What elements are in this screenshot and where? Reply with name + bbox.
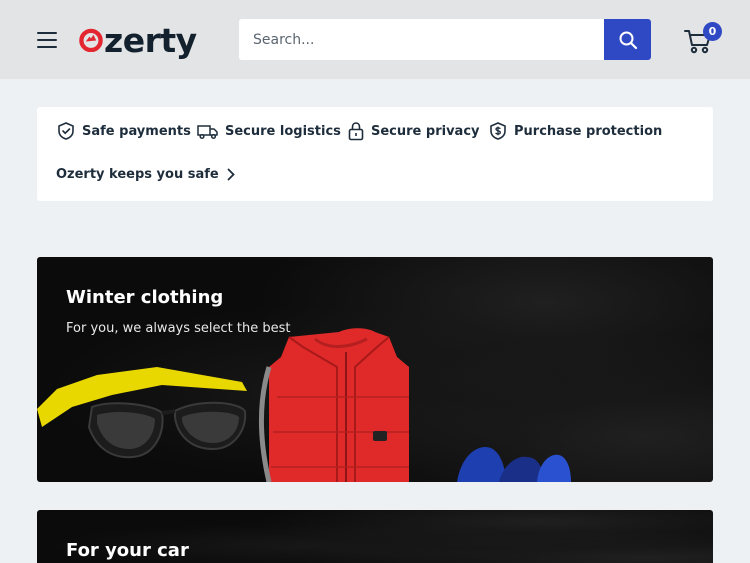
banner-title: Winter clothing <box>66 287 224 308</box>
cart-count-badge: 0 <box>703 22 722 41</box>
menu-icon[interactable] <box>37 32 57 48</box>
for-your-car-banner[interactable]: For your car <box>37 510 713 563</box>
shield-dollar-icon <box>490 122 506 140</box>
search-button[interactable] <box>604 19 651 60</box>
truck-icon <box>197 125 218 140</box>
trust-item-label: Purchase protection <box>514 123 663 139</box>
shield-check-icon <box>58 122 74 140</box>
trust-item-secure-privacy[interactable]: Secure privacy <box>347 121 480 141</box>
search-icon <box>619 31 637 49</box>
trust-item-label: Safe payments <box>82 123 191 139</box>
search-bar <box>239 19 651 60</box>
logo-o-icon <box>79 28 103 52</box>
trust-card: Safe payments Secure logistics Secure pr… <box>37 107 713 201</box>
lock-icon <box>348 122 364 141</box>
banner-title: For your car <box>66 540 189 561</box>
red-vest-image <box>258 328 409 482</box>
trust-item-secure-logistics[interactable]: Secure logistics <box>197 121 341 141</box>
keeps-you-safe-label: Ozerty keeps you safe <box>56 167 219 182</box>
chevron-right-icon <box>227 168 235 181</box>
search-input[interactable] <box>239 19 604 60</box>
keeps-you-safe-link[interactable]: Ozerty keeps you safe <box>56 167 235 182</box>
sunglasses-image <box>37 367 247 459</box>
trust-item-label: Secure privacy <box>371 123 480 139</box>
trust-item-purchase-protection[interactable]: Purchase protection <box>488 121 662 141</box>
trust-item-label: Secure logistics <box>225 123 341 139</box>
site-header: zerty 0 <box>0 0 750 79</box>
logo-text: zerty <box>104 20 197 60</box>
logo[interactable]: zerty <box>79 20 197 60</box>
winter-clothing-banner[interactable]: Winter clothing For you, we always selec… <box>37 257 713 482</box>
banner-product-image <box>37 328 571 482</box>
trust-item-safe-payments[interactable]: Safe payments <box>56 121 191 141</box>
gloves-image <box>457 447 571 482</box>
